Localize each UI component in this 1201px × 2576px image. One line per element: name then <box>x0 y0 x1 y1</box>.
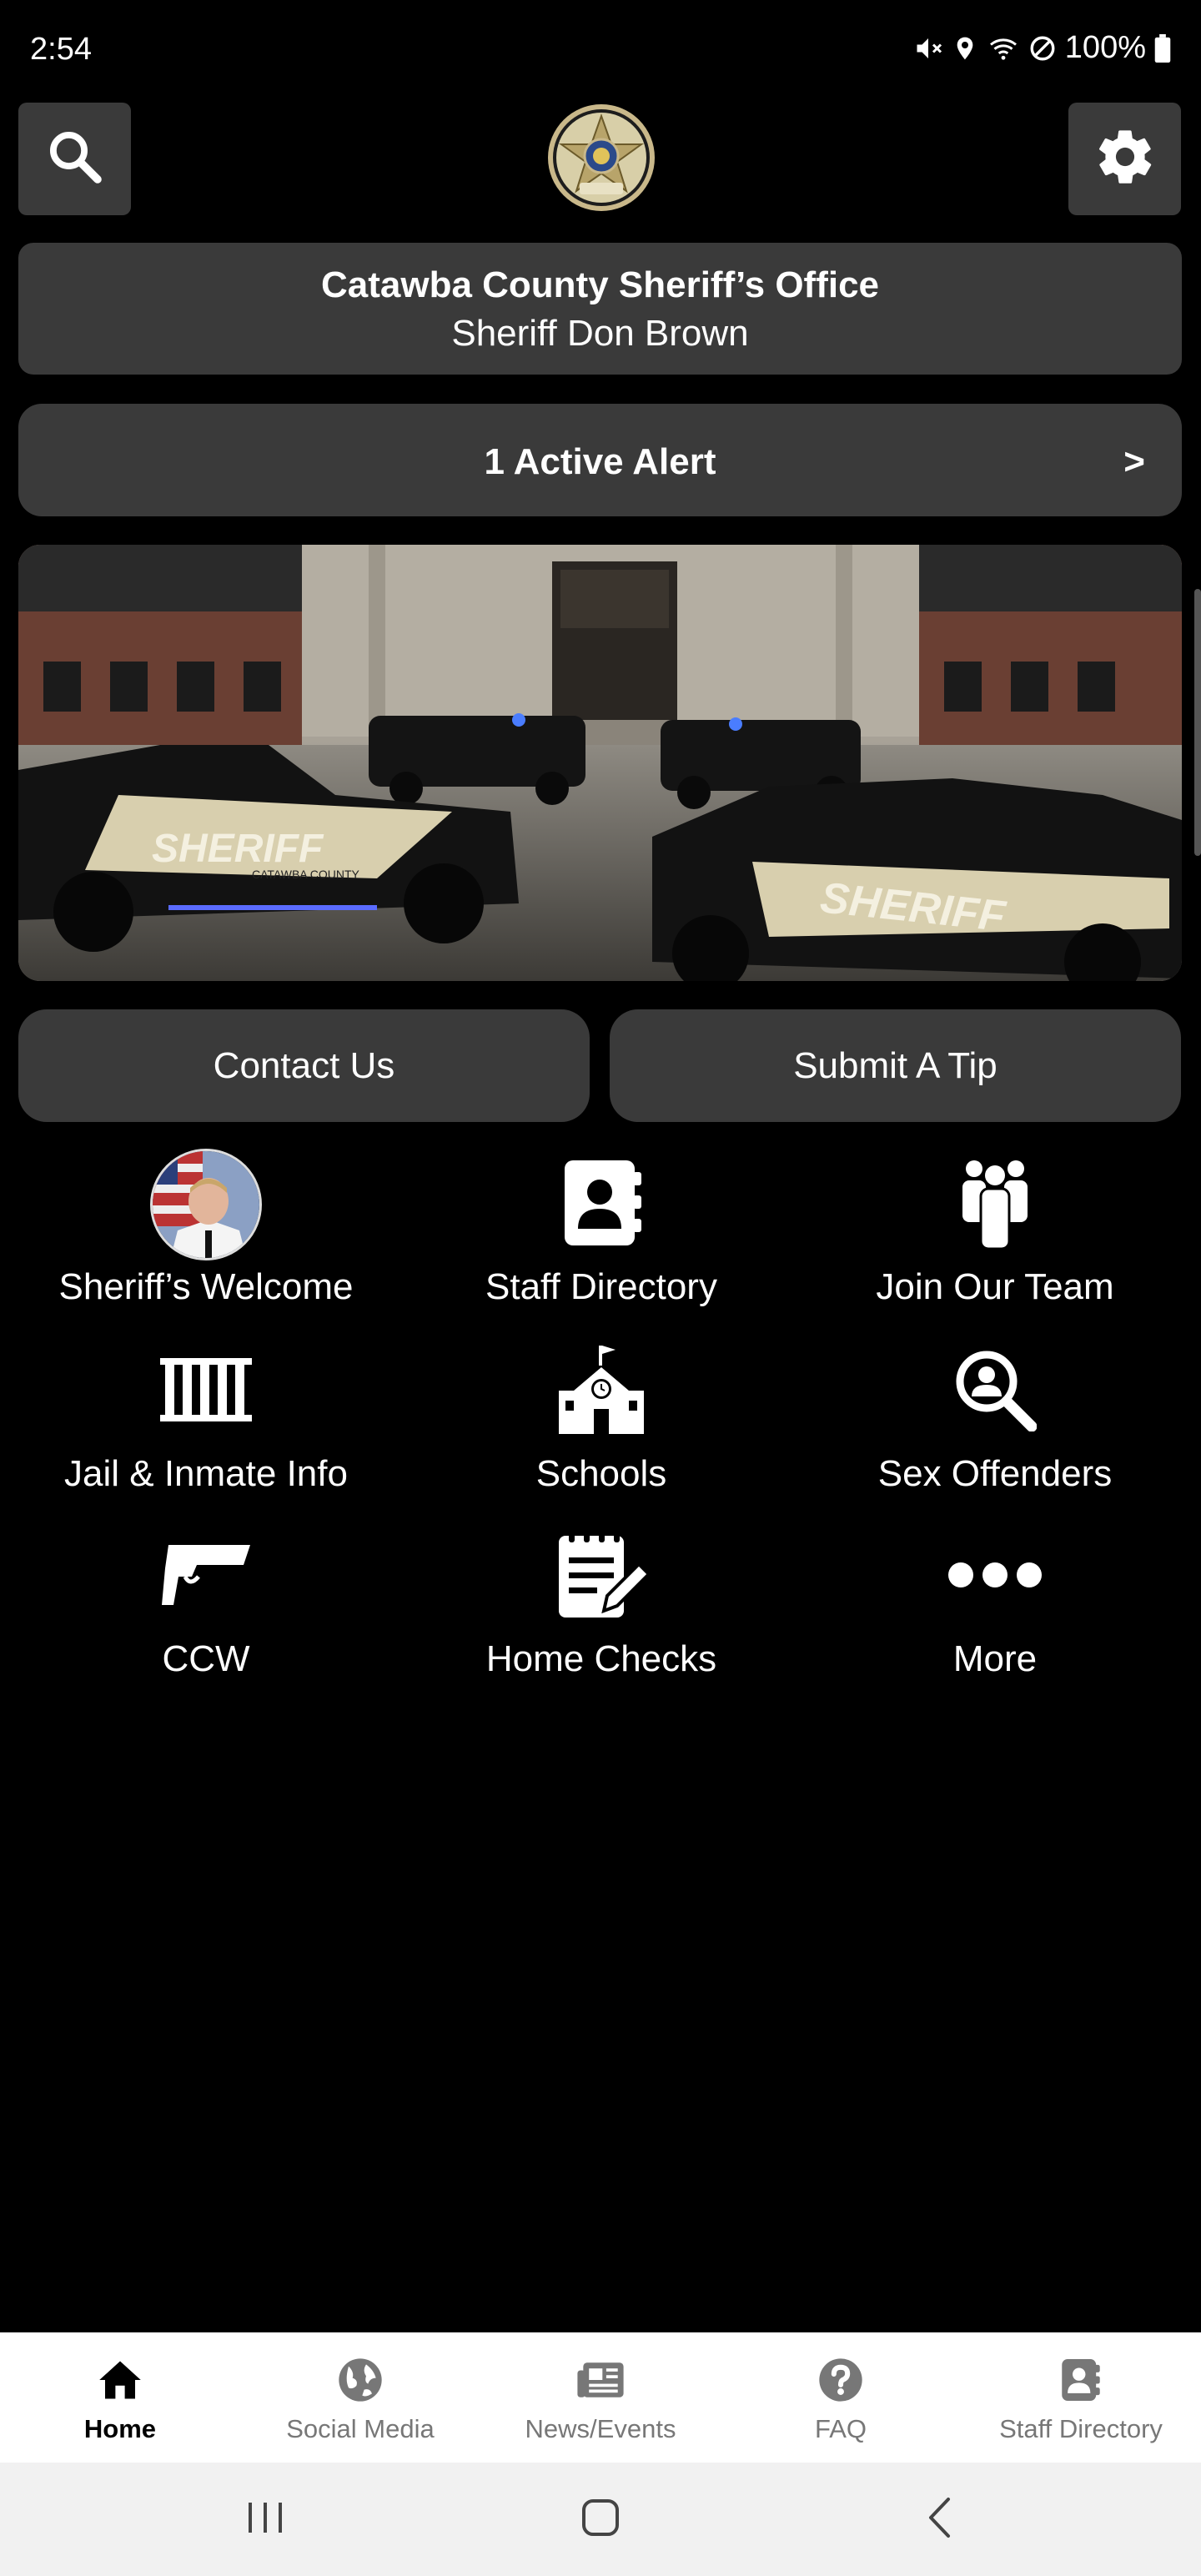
nav-social-media[interactable]: Social Media <box>240 2332 480 2463</box>
sheriff-avatar <box>150 1149 262 1260</box>
nav-label: FAQ <box>814 2414 867 2443</box>
grid-item-more[interactable]: More <box>803 1518 1187 1680</box>
hero-county-text: CATAWBA COUNTY <box>252 868 360 881</box>
grid-item-home-checks[interactable]: Home Checks <box>410 1518 793 1680</box>
back-button[interactable] <box>914 2494 964 2544</box>
question-icon <box>817 2357 864 2407</box>
battery-icon <box>1154 33 1171 63</box>
nav-label: Social Media <box>286 2414 435 2443</box>
scrollbar[interactable] <box>1194 589 1201 856</box>
grid-label: CCW <box>162 1638 250 1679</box>
grid-item-jail-inmate-info[interactable]: Jail & Inmate Info <box>14 1333 398 1495</box>
settings-button[interactable] <box>1068 103 1181 215</box>
grid-item-sex-offenders[interactable]: Sex Offenders <box>803 1333 1187 1495</box>
contact-us-button[interactable]: Contact Us <box>18 1009 590 1122</box>
chevron-right-icon: > <box>1123 441 1145 482</box>
people-group-icon <box>957 1157 1033 1253</box>
submit-tip-button[interactable]: Submit A Tip <box>610 1009 1181 1122</box>
grid-item-ccw[interactable]: CCW <box>14 1518 398 1680</box>
bottom-navigation: Home Social Media News/Events FAQ Staff … <box>0 2332 1201 2463</box>
grid-label: Schools <box>535 1453 667 1494</box>
hero-sheriff-text-left: SHERIFF <box>152 827 324 871</box>
recent-apps-button[interactable] <box>240 2494 290 2544</box>
nav-label: Staff Directory <box>999 2414 1163 2443</box>
mute-icon <box>913 33 943 63</box>
agency-name: Catawba County Sheriff’s Office <box>320 264 880 305</box>
grid-item-sheriffs-welcome[interactable]: Sheriff’s Welcome <box>14 1146 398 1308</box>
grid-label: Jail & Inmate Info <box>64 1453 348 1494</box>
recent-apps-icon <box>245 2501 285 2538</box>
back-chevron-icon <box>927 2497 952 2543</box>
grid-label: More <box>952 1638 1038 1679</box>
grid-item-staff-directory[interactable]: Staff Directory <box>410 1146 793 1308</box>
status-bar: 2:54 100% <box>0 0 1201 100</box>
globe-icon <box>337 2357 384 2407</box>
gear-icon <box>1093 125 1157 193</box>
agency-title-card: Catawba County Sheriff’s Office Sheriff … <box>18 243 1182 375</box>
home-system-button[interactable] <box>575 2494 626 2544</box>
search-person-icon <box>953 1348 1038 1436</box>
nav-home[interactable]: Home <box>0 2332 240 2463</box>
home-square-icon <box>581 2498 620 2541</box>
nav-news-events[interactable]: News/Events <box>480 2332 721 2463</box>
grid-label: Join Our Team <box>876 1266 1114 1307</box>
jail-bars-icon <box>160 1357 252 1426</box>
active-alert-button[interactable]: 1 Active Alert > <box>18 404 1182 516</box>
grid-item-join-our-team[interactable]: Join Our Team <box>803 1146 1187 1308</box>
nav-label: Home <box>83 2414 157 2443</box>
alert-label: 1 Active Alert <box>484 441 716 482</box>
home-icon <box>98 2359 143 2405</box>
newspaper-icon <box>575 2361 626 2403</box>
search-icon <box>45 127 105 191</box>
more-dots-icon <box>947 1561 1043 1593</box>
status-icons: 100% <box>913 30 1171 66</box>
nav-faq[interactable]: FAQ <box>721 2332 961 2463</box>
status-time: 2:54 <box>30 32 92 67</box>
nav-staff-directory[interactable]: Staff Directory <box>961 2332 1201 2463</box>
search-button[interactable] <box>18 103 131 215</box>
block-icon <box>1028 34 1057 63</box>
handgun-icon <box>160 1543 252 1611</box>
grid-label: Home Checks <box>485 1638 717 1679</box>
wifi-icon <box>987 33 1020 63</box>
hero-image: SHERIFF SHERIFF CATAWBA COUNTY <box>18 545 1182 981</box>
clipboard-edit-icon <box>555 1529 651 1625</box>
grid-label: Staff Directory <box>485 1266 717 1307</box>
battery-percent: 100% <box>1064 30 1146 65</box>
grid-label: Sheriff’s Welcome <box>58 1266 354 1307</box>
school-icon <box>555 1344 647 1440</box>
sheriff-name: Sheriff Don Brown <box>451 313 749 354</box>
location-icon <box>952 33 978 63</box>
grid-label: Sex Offenders <box>877 1453 1113 1494</box>
contact-book-icon <box>560 1157 643 1253</box>
grid-item-schools[interactable]: Schools <box>410 1333 793 1495</box>
nav-label: News/Events <box>525 2414 676 2443</box>
contact-book-icon <box>1060 2357 1102 2407</box>
system-navigation-bar <box>0 2463 1201 2576</box>
sheriff-logo <box>546 103 656 213</box>
